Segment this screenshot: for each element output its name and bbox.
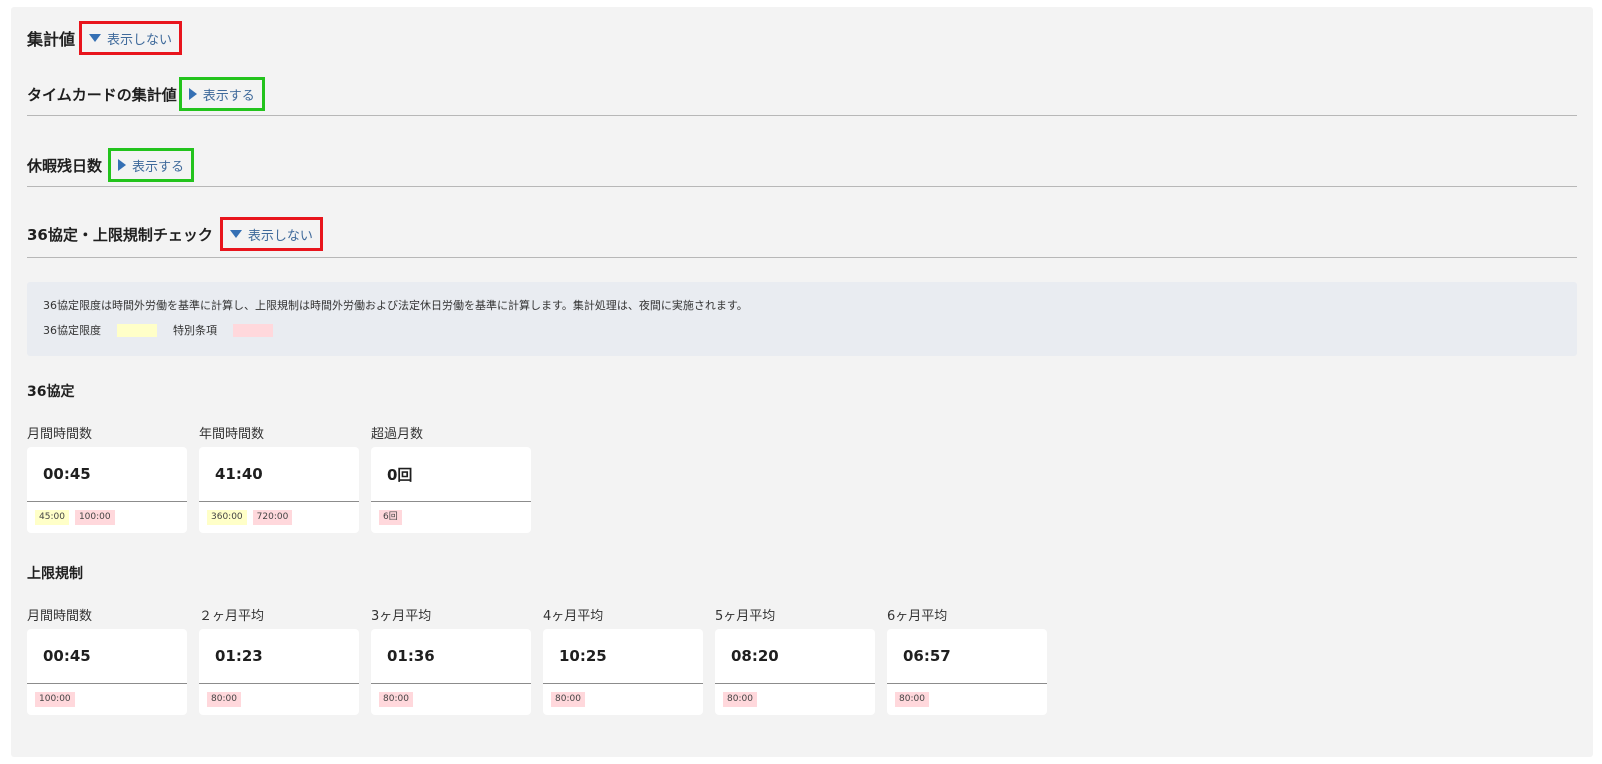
metric-card: ２ヶ月平均 01:23 80:00 [199,609,359,715]
metric-card: 4ヶ月平均 10:25 80:00 [543,609,703,715]
legend-limit-swatch [117,323,157,337]
threshold-chip: 80:00 [379,692,413,707]
timecard-title: タイムカードの集計値 [27,85,177,104]
timecard-toggle-label: 表示する [202,88,255,104]
metric-label: 5ヶ月平均 [715,609,776,624]
threshold-chip: 80:00 [207,692,241,707]
threshold-chips: 100:00 [27,684,187,715]
threshold-chip: 80:00 [895,692,929,707]
metric-box: 01:23 80:00 [199,629,359,715]
caret-right-icon [188,88,197,100]
caret-down-icon [89,34,102,42]
check36-toggle[interactable]: 表示しない [219,217,323,251]
leave-toggle-label: 表示する [132,159,185,175]
metric-box: 10:25 80:00 [543,629,703,715]
metric-label: 4ヶ月平均 [543,609,604,624]
caret-right-icon [118,159,127,171]
agreement36-cards: 月間時間数 00:45 45:00 100:00 年間時間数 41:40 360:00 720… [27,427,531,533]
metric-value: 08:20 [715,629,875,684]
metric-box: 0回 6回 [371,447,531,533]
check36-title: 36協定・上限規制チェック [27,225,213,244]
metric-box: 01:36 80:00 [371,629,531,715]
metric-box: 41:40 360:00 720:00 [199,447,359,533]
caret-down-icon [229,230,242,238]
divider [27,257,1577,258]
threshold-chips: 80:00 [715,684,875,715]
metric-value: 06:57 [887,629,1047,684]
threshold-chips: 80:00 [199,684,359,715]
threshold-chips: 6回 [371,502,531,533]
threshold-chip: 45:00 [35,510,69,525]
threshold-chips: 80:00 [371,684,531,715]
metric-card: 超過月数 0回 6回 [371,427,531,533]
info-box: 36協定限度は時間外労働を基準に計算し、上限規制は時間外労働および法定休日労働を… [27,282,1577,356]
metric-card: 5ヶ月平均 08:20 80:00 [715,609,875,715]
metric-label: 3ヶ月平均 [371,609,432,624]
legend-special-label: 特別条項 [173,324,217,337]
leave-header: 休暇残日数 表示する [27,148,195,182]
info-text: 36協定限度は時間外労働を基準に計算し、上限規制は時間外労働および法定休日労働を… [43,299,748,312]
legend: 36協定限度 特別条項 [43,322,1561,338]
metric-card: 3ヶ月平均 01:36 80:00 [371,609,531,715]
leave-title: 休暇残日数 [27,156,103,175]
metric-value: 00:45 [27,629,187,684]
threshold-chip: 6回 [379,510,402,525]
metric-label: 年間時間数 [199,427,265,442]
threshold-chips: 360:00 720:00 [199,502,359,533]
metric-label: 月間時間数 [27,609,93,624]
metric-label: ２ヶ月平均 [199,609,265,624]
leave-toggle[interactable]: 表示する [108,148,195,182]
metric-value: 01:23 [199,629,359,684]
divider [27,115,1577,116]
legend-special-swatch [233,323,273,337]
summary-title: 集計値 [27,30,76,49]
metric-box: 06:57 80:00 [887,629,1047,715]
summary-toggle-label: 表示しない [107,32,173,48]
threshold-chip: 100:00 [74,510,115,525]
summary-header: 集計値 表示しない [27,21,183,55]
divider [27,186,1577,187]
metric-card: 年間時間数 41:40 360:00 720:00 [199,427,359,533]
metric-card: 月間時間数 00:45 45:00 100:00 [27,427,187,533]
metric-value: 00:45 [27,447,187,502]
metric-card: 6ヶ月平均 06:57 80:00 [887,609,1047,715]
timecard-header: タイムカードの集計値 表示する [27,77,265,111]
legend-limit-label: 36協定限度 [43,324,101,337]
threshold-chip: 360:00 [207,510,247,525]
upper-limit-title: 上限規制 [27,566,83,582]
metric-label: 超過月数 [371,427,424,442]
metric-value: 41:40 [199,447,359,502]
main-panel: 集計値 表示しない タイムカードの集計値 表示する 休暇残日数 表示する 36協… [11,7,1593,757]
threshold-chips: 80:00 [887,684,1047,715]
check36-header: 36協定・上限規制チェック 表示しない [27,217,323,251]
threshold-chip: 80:00 [723,692,757,707]
upper-limit-cards: 月間時間数 00:45 100:00 ２ヶ月平均 01:23 80:00 3ヶ月平均 01:3… [27,609,1047,715]
metric-box: 08:20 80:00 [715,629,875,715]
threshold-chips: 45:00 100:00 [27,502,187,533]
threshold-chips: 80:00 [543,684,703,715]
summary-toggle[interactable]: 表示しない [79,21,183,55]
metric-value: 01:36 [371,629,531,684]
metric-value: 0回 [371,447,531,502]
metric-card: 月間時間数 00:45 100:00 [27,609,187,715]
metric-box: 00:45 45:00 100:00 [27,447,187,533]
metric-label: 月間時間数 [27,427,93,442]
metric-label: 6ヶ月平均 [887,609,948,624]
threshold-chip: 80:00 [551,692,585,707]
threshold-chip: 100:00 [35,692,75,707]
check36-toggle-label: 表示しない [247,228,313,244]
timecard-toggle[interactable]: 表示する [178,77,265,111]
metric-value: 10:25 [543,629,703,684]
agreement36-title: 36協定 [27,384,75,400]
threshold-chip: 720:00 [252,510,293,525]
metric-box: 00:45 100:00 [27,629,187,715]
